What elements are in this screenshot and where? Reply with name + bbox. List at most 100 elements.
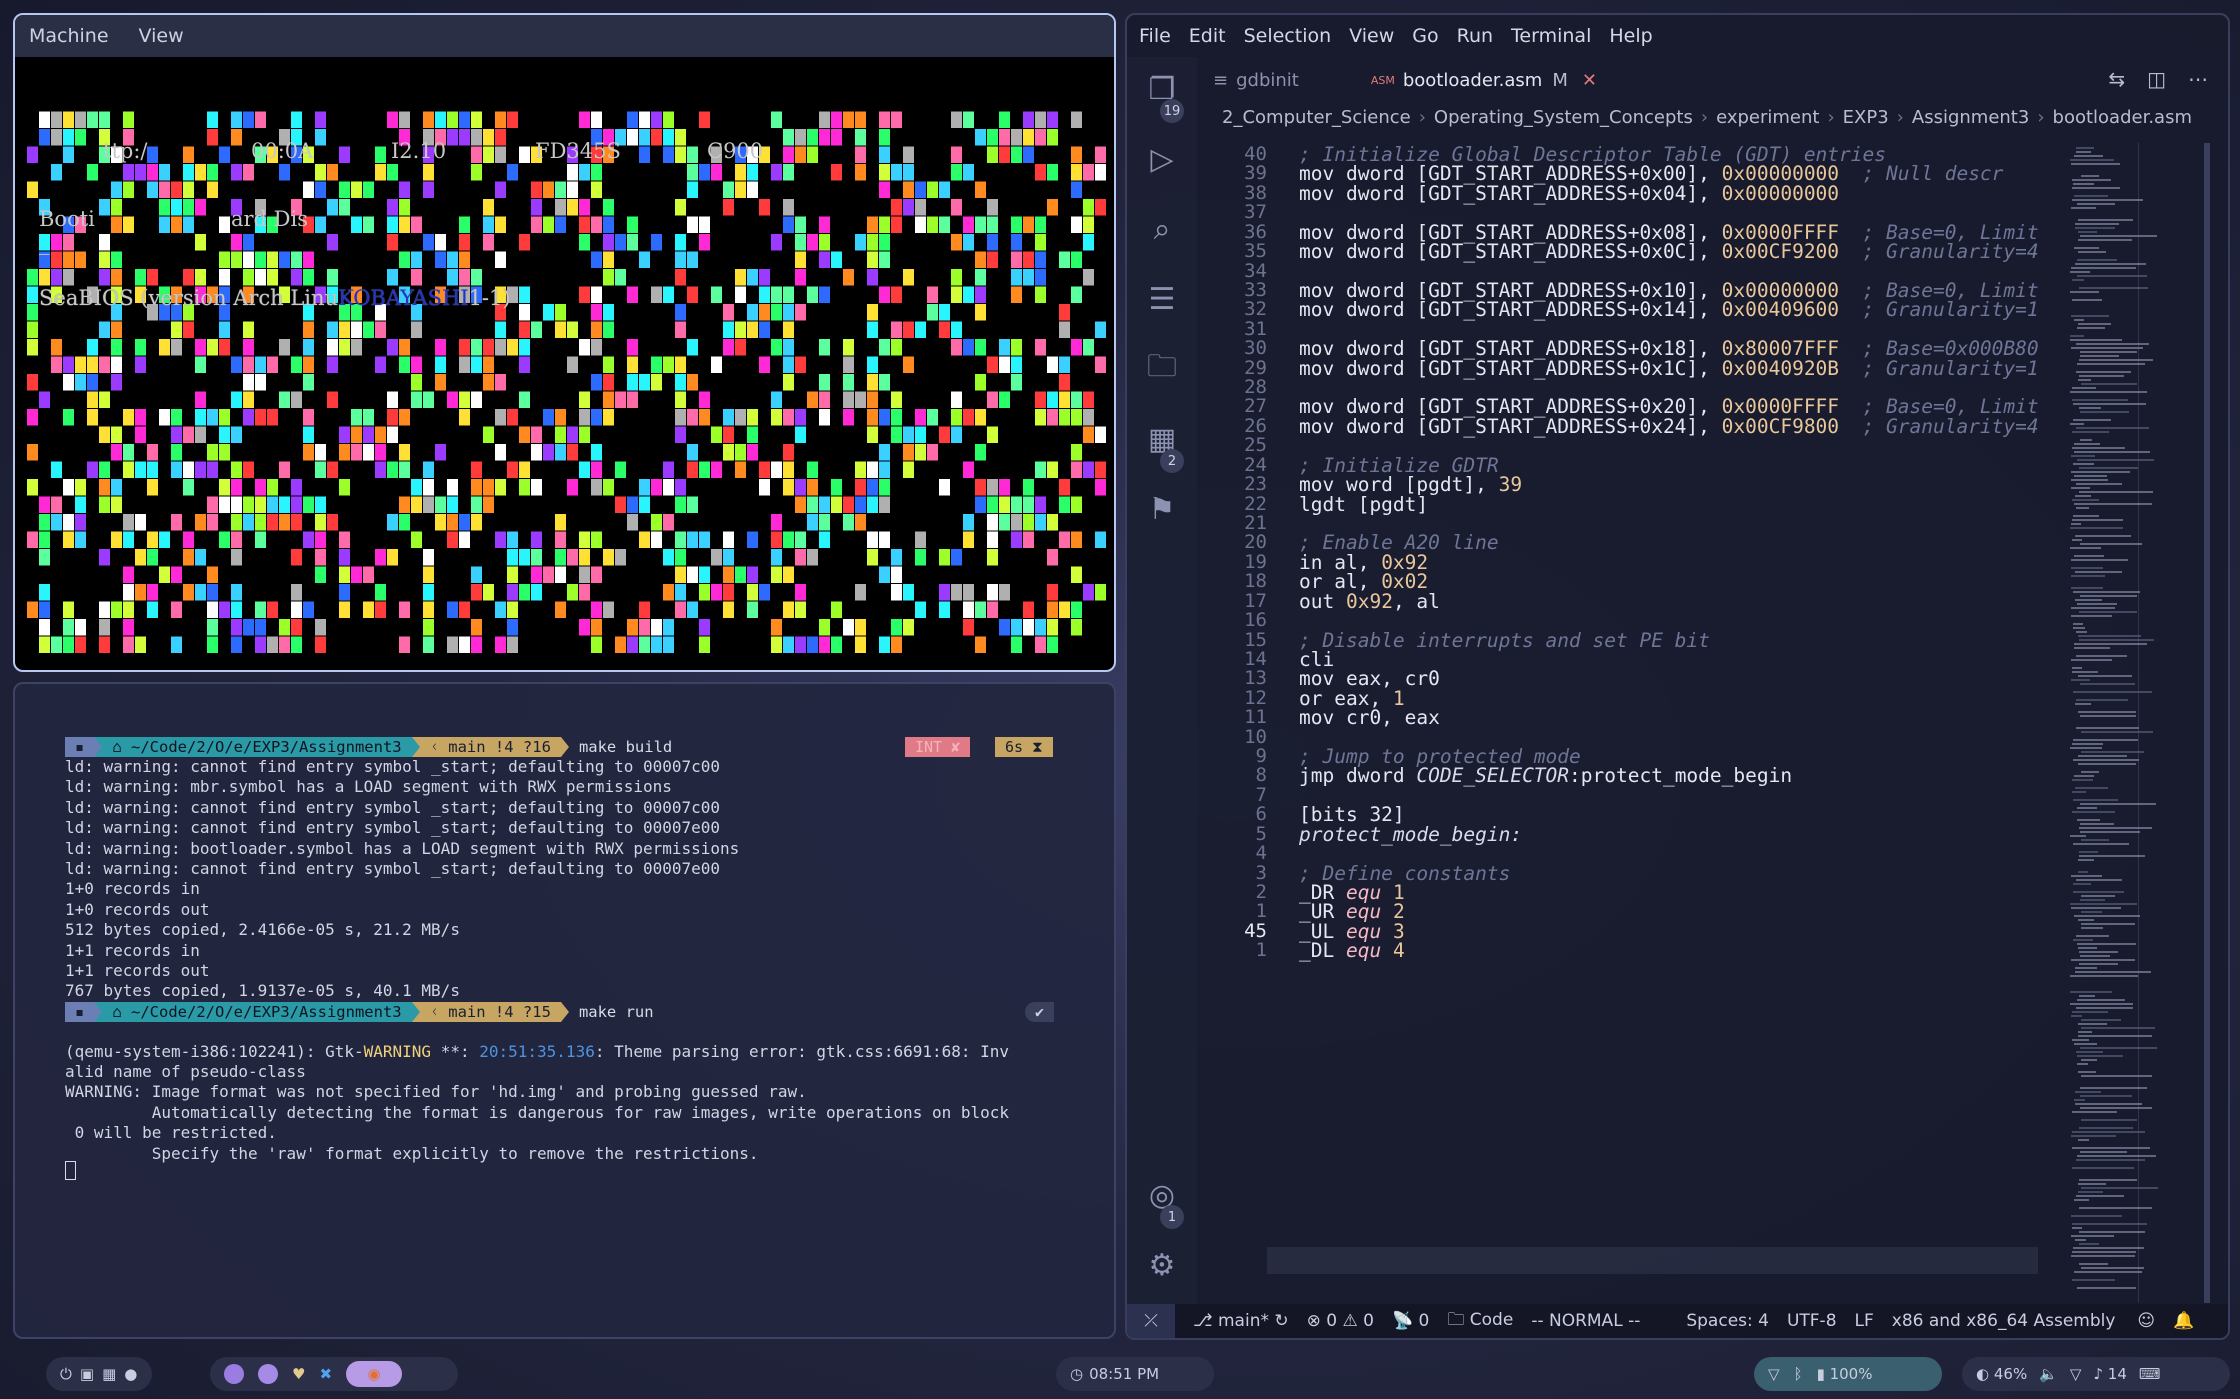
- menu-item[interactable]: Terminal: [1511, 25, 1591, 47]
- vga-glyph-cell: [759, 321, 770, 338]
- system-indicators[interactable]: ▽ ᛒ ▮ 100%: [1754, 1357, 1942, 1391]
- clock[interactable]: ◷ 08:51 PM: [1056, 1357, 1214, 1391]
- qemu-window[interactable]: Machine View SeaBIOS (version Arch LinuK…: [13, 13, 1116, 672]
- minimap-line: [2071, 587, 2103, 589]
- remote-icon[interactable]: ⤫: [1127, 1304, 1175, 1338]
- vga-glyph-cell: [663, 111, 674, 128]
- breadcrumb-item[interactable]: Assignment3: [1912, 107, 2029, 128]
- tab-bootloader[interactable]: ASM bootloader.asm M ✕: [1355, 57, 1613, 103]
- branch-status[interactable]: ⎇ main* ↻: [1193, 1311, 1289, 1331]
- bookmark-icon[interactable]: ⚑: [1144, 491, 1180, 527]
- vga-glyph-cell: [939, 549, 950, 566]
- workspace-indicators[interactable]: ⏻ ▣ ▦ ●: [46, 1357, 152, 1391]
- minimap-line: [2072, 1011, 2108, 1013]
- vga-glyph-cell: [903, 181, 914, 198]
- vscode-window[interactable]: File Edit Selection View Go Run Terminal Help ❐…: [1125, 13, 2230, 1340]
- vga-glyph-cell: [315, 514, 326, 531]
- minimap[interactable]: [2064, 143, 2214, 1303]
- menu-machine[interactable]: Machine: [29, 25, 109, 47]
- vga-glyph-cell: [879, 444, 890, 461]
- eol-status[interactable]: LF: [1855, 1311, 1874, 1331]
- vga-glyph-cell: [783, 356, 794, 373]
- vga-glyph-cell: [39, 496, 50, 513]
- vga-glyph-cell: [687, 601, 698, 618]
- vga-glyph-cell: [1011, 269, 1022, 286]
- vga-glyph-cell: [963, 409, 974, 426]
- menu-item[interactable]: View: [1349, 25, 1394, 47]
- vga-glyph-cell: [987, 356, 998, 373]
- menu-item[interactable]: File: [1139, 25, 1171, 47]
- vga-glyph-cell: [855, 234, 866, 251]
- more-actions-icon[interactable]: ⋯: [2188, 67, 2208, 91]
- menu-item[interactable]: Run: [1457, 25, 1493, 47]
- vga-glyph-cell: [567, 549, 578, 566]
- vga-glyph-cell: [987, 531, 998, 548]
- minimap-line: [2072, 279, 2084, 281]
- vscode-app-icon[interactable]: ✖: [319, 1365, 332, 1383]
- vga-glyph-cell: [831, 496, 842, 513]
- vga-glyph-cell: [867, 531, 878, 548]
- search-icon[interactable]: ⌕: [1144, 211, 1180, 247]
- minimap-line: [2080, 823, 2114, 825]
- app-icon-3[interactable]: ♥: [292, 1365, 305, 1383]
- active-app-icon[interactable]: ◉: [346, 1361, 403, 1387]
- compare-icon[interactable]: ⇆: [2108, 67, 2125, 91]
- vga-glyph-cell: [855, 129, 866, 146]
- breadcrumb-item[interactable]: 2_Computer_Science: [1222, 107, 1411, 128]
- power-icon[interactable]: ⏻: [60, 1365, 72, 1383]
- vga-glyph-cell: [603, 409, 614, 426]
- outline-icon[interactable]: ☰: [1144, 281, 1180, 317]
- vga-glyph-cell: [1035, 339, 1046, 356]
- settings-gear-icon[interactable]: ⚙: [1144, 1247, 1180, 1283]
- vga-glyph-cell: [999, 356, 1010, 373]
- breadcrumb-item[interactable]: bootloader.asm: [2053, 107, 2192, 128]
- ports-status[interactable]: 📡 0: [1392, 1311, 1429, 1331]
- run-debug-icon[interactable]: ▷: [1144, 141, 1180, 177]
- vga-glyph-cell: [795, 584, 806, 601]
- menu-item[interactable]: Edit: [1189, 25, 1226, 47]
- menu-item[interactable]: Help: [1609, 25, 1652, 47]
- quick-settings[interactable]: ◐ 46% 🔈 ▽ ♪ 14 ⌨: [1962, 1357, 2230, 1391]
- menu-item[interactable]: Go: [1412, 25, 1438, 47]
- vm-display[interactable]: SeaBIOS (version Arch LinuKOBAYASHI1-1) …: [15, 59, 1114, 670]
- vga-glyph-cell: [255, 531, 266, 548]
- minimap-line: [2070, 1003, 2133, 1005]
- vga-glyph-cell: [27, 444, 38, 461]
- vga-glyph-cell: [471, 514, 482, 531]
- copilot-icon[interactable]: ☺: [2137, 1311, 2155, 1331]
- minimap-line: [2072, 1131, 2145, 1133]
- vga-glyph-cell: [1059, 531, 1070, 548]
- split-editor-icon[interactable]: ◫: [2147, 67, 2166, 91]
- vga-glyph-cell: [147, 479, 158, 496]
- tab-gdbinit[interactable]: ≡ gdbinit: [1197, 57, 1315, 103]
- workspace-icon[interactable]: ▣: [80, 1365, 94, 1383]
- encoding-status[interactable]: UTF-8: [1787, 1311, 1837, 1331]
- minimap-line: [2070, 291, 2099, 293]
- code-editor[interactable]: ; Initialize Global Descriptor Table (GD…: [1299, 143, 2038, 1303]
- mic-icon[interactable]: ●: [124, 1365, 137, 1383]
- vga-glyph-cell: [627, 496, 638, 513]
- language-status[interactable]: x86 and x86_64 Assembly: [1892, 1311, 2116, 1331]
- minimap-line: [2070, 391, 2147, 393]
- vga-glyph-cell: [735, 164, 746, 181]
- close-tab-icon[interactable]: ✕: [1582, 70, 1597, 91]
- vga-glyph-cell: [447, 636, 458, 653]
- menu-view[interactable]: View: [139, 25, 184, 47]
- vga-glyph-cell: [603, 479, 614, 496]
- vga-glyph-cell: [819, 251, 830, 268]
- breadcrumb-item[interactable]: experiment: [1716, 107, 1819, 128]
- breadcrumb-item[interactable]: Operating_System_Concepts: [1434, 107, 1693, 128]
- app-icon-1[interactable]: [224, 1364, 244, 1384]
- terminal-window[interactable]: ▪ ⌂ ~/Code/2/O/e/EXP3/Assignment3 ᚲ main…: [13, 682, 1116, 1339]
- vga-glyph-cell: [723, 409, 734, 426]
- breadcrumb-item[interactable]: EXP3: [1843, 107, 1889, 128]
- folder-icon[interactable]: 🗀: [1144, 349, 1180, 387]
- vga-glyph-cell: [39, 514, 50, 531]
- menu-item[interactable]: Selection: [1244, 25, 1332, 47]
- indentation-status[interactable]: Spaces: 4: [1686, 1311, 1769, 1331]
- notifications-bell-icon[interactable]: 🔔: [2173, 1311, 2194, 1331]
- problems-status[interactable]: ⊗ 0 ⚠ 0: [1307, 1311, 1374, 1331]
- app-icon-2[interactable]: [258, 1364, 278, 1384]
- apps-icon[interactable]: ▦: [102, 1365, 116, 1383]
- folder-status[interactable]: 🗀 Code: [1447, 1307, 1513, 1336]
